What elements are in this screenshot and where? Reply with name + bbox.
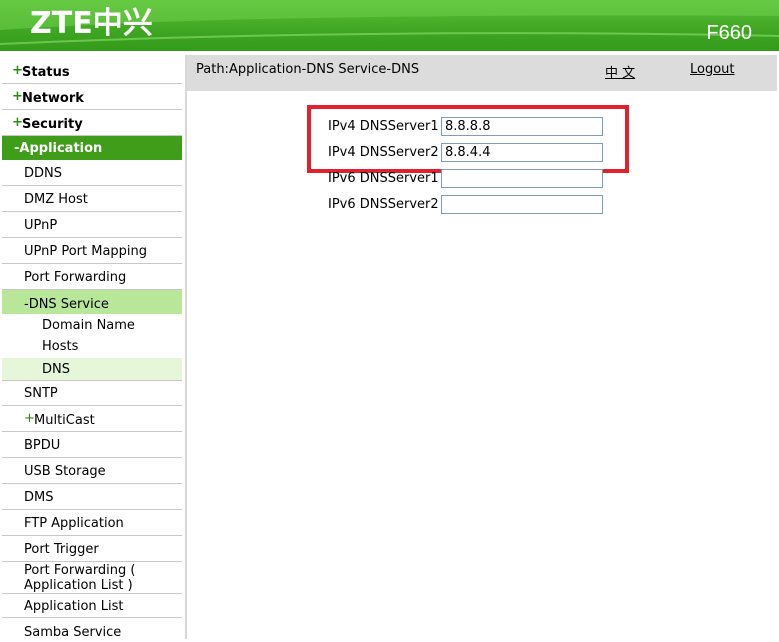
sidebar-item-label: MultiCast — [34, 413, 95, 428]
logout-link[interactable]: Logout — [690, 62, 735, 77]
ipv4-dns2-input[interactable] — [441, 143, 603, 162]
sidebar-item-network[interactable]: + Network — [2, 84, 182, 110]
model-name: F660 — [706, 22, 752, 44]
sidebar-item-port-forwarding-application-list[interactable]: Port Forwarding ( Application List ) — [2, 562, 182, 594]
ipv4-dns1-label: IPv4 DNSServer1 — [328, 119, 439, 134]
sidebar-item-ftp-application[interactable]: FTP Application — [2, 510, 182, 536]
ipv4-dns1-input[interactable] — [441, 117, 603, 136]
zte-logo: ZTE中兴 — [30, 6, 153, 41]
path-bar: Path:Application-DNS Service-DNS 中 文 Log… — [187, 55, 777, 91]
sidebar-subitem-dns[interactable]: DNS — [2, 358, 182, 381]
sidebar-item-usb-storage[interactable]: USB Storage — [2, 458, 182, 484]
sidebar-item-dms[interactable]: DMS — [2, 484, 182, 510]
sidebar-item-label: Network — [22, 91, 84, 106]
sidebar-item-label: UPnP Port Mapping — [24, 244, 148, 259]
ipv4-dns2-label: IPv4 DNSServer2 — [328, 145, 439, 160]
sidebar-item-port-trigger[interactable]: Port Trigger — [2, 536, 182, 562]
sidebar-item-dns-service[interactable]: -DNS Service — [2, 290, 182, 314]
ipv6-dns1-input[interactable] — [441, 169, 603, 188]
sidebar-item-upnp[interactable]: UPnP — [2, 212, 182, 238]
sidebar-item-ddns[interactable]: DDNS — [2, 160, 182, 186]
sidebar-item-label: -DNS Service — [24, 297, 109, 312]
sidebar-item-label: Security — [22, 117, 83, 132]
header-banner: ZTE中兴 F660 — [0, 0, 779, 51]
sidebar-item-label: Hosts — [42, 339, 79, 354]
sidebar-item-label: BPDU — [24, 438, 61, 453]
sidebar-item-label: DMS — [24, 490, 54, 505]
ipv6-dns2-label: IPv6 DNSServer2 — [328, 197, 439, 212]
sidebar-item-label: DMZ Host — [24, 192, 88, 207]
sidebar: + Status + Network + Security -Applicati… — [0, 55, 187, 642]
sidebar-item-label: Port Forwarding — [24, 270, 127, 285]
sidebar-item-label: SNTP — [24, 386, 58, 401]
sidebar-item-label: USB Storage — [24, 464, 106, 479]
highlight-box — [307, 105, 629, 173]
ipv6-dns1-label: IPv6 DNSServer1 — [328, 171, 439, 186]
sidebar-item-label: Samba Service — [24, 625, 122, 640]
sidebar-item-label: DNS — [42, 362, 70, 377]
sidebar-item-bpdu[interactable]: BPDU — [2, 432, 182, 458]
sidebar-item-sntp[interactable]: SNTP — [2, 381, 182, 406]
sidebar-item-label: DDNS — [24, 166, 62, 181]
sidebar-subitem-hosts[interactable]: Hosts — [2, 336, 182, 357]
breadcrumb: Path:Application-DNS Service-DNS — [196, 62, 420, 77]
sidebar-item-label: Status — [22, 65, 70, 80]
sidebar-item-label: Port Trigger — [24, 542, 99, 557]
sidebar-item-label-line1: Port Forwarding ( — [24, 563, 136, 578]
sidebar-item-dmz-host[interactable]: DMZ Host — [2, 186, 182, 212]
sidebar-subitem-domain-name[interactable]: Domain Name — [2, 315, 182, 336]
sidebar-item-application[interactable]: -Application — [2, 136, 182, 160]
language-link[interactable]: 中 文 — [605, 62, 635, 81]
sidebar-item-upnp-port-mapping[interactable]: UPnP Port Mapping — [2, 238, 182, 264]
sidebar-item-multicast[interactable]: + MultiCast — [2, 406, 182, 432]
sidebar-item-status[interactable]: + Status — [2, 58, 182, 84]
sidebar-item-label: FTP Application — [24, 516, 124, 531]
sidebar-item-samba-service[interactable]: Samba Service — [2, 618, 182, 642]
sidebar-item-label: -Application — [14, 141, 103, 156]
sidebar-item-application-list[interactable]: Application List — [2, 594, 182, 618]
sidebar-item-port-forwarding[interactable]: Port Forwarding — [2, 264, 182, 290]
sidebar-item-label-line2: Application List ) — [24, 578, 133, 593]
sidebar-item-label: Application List — [24, 599, 124, 614]
sidebar-item-security[interactable]: + Security — [2, 110, 182, 136]
sidebar-item-label: Domain Name — [42, 318, 135, 333]
sidebar-item-label: UPnP — [24, 218, 58, 233]
ipv6-dns2-input[interactable] — [441, 195, 603, 214]
